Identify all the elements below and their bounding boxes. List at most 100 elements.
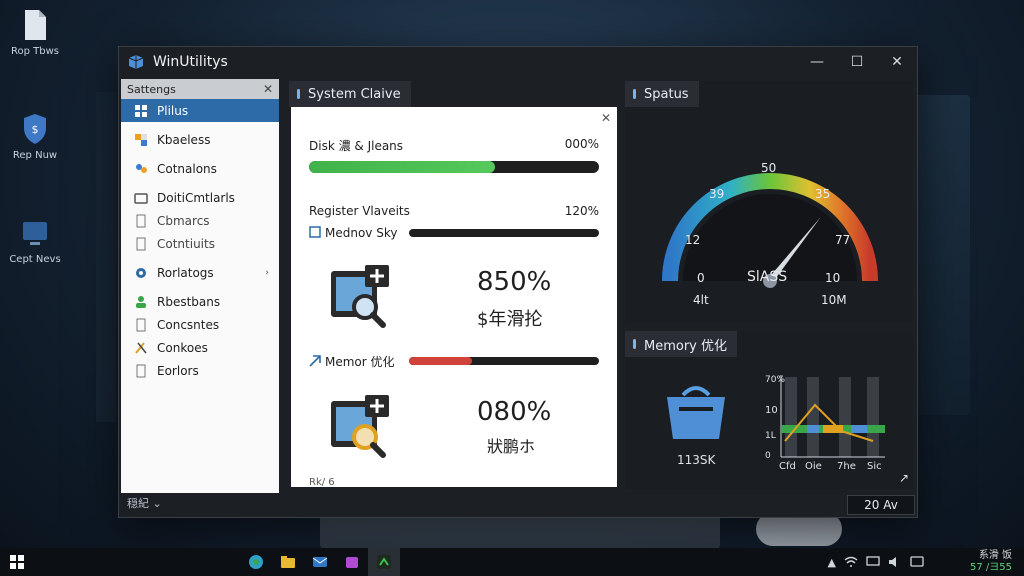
window-title: WinUtilitys [153,54,228,70]
shield-icon: $ [24,114,46,144]
taskbar-app-store[interactable] [336,548,368,576]
sidebar-item-label: Concsntes [157,317,220,332]
desktop-icon-label: Cept Nevs [9,254,61,265]
users-icon [133,161,149,177]
sidebar-item-label: Cotntiuits [157,236,215,251]
disk-progress-fill [309,161,495,173]
taskbar-clock[interactable]: 系滑 饭 57 /ヨ55 [970,550,1012,574]
gauge-center-label: SlASS [747,269,788,285]
sidebar-item-label: Rbestbans [157,294,221,309]
memory-sky-bar [409,229,599,237]
desktop-icon-label: Rep Nuw [12,150,58,161]
close-button[interactable]: ✕ [877,47,917,77]
chart-tick-low: 1L [765,431,776,441]
sidebar-item-rbestbans[interactable]: Rbestbans [121,290,279,313]
magnifier-tool-icon[interactable] [327,263,393,329]
disk-progress-bar [309,161,599,173]
maximize-button[interactable]: ☐ [837,47,877,77]
svg-text:$: $ [32,123,39,136]
volume-icon[interactable] [888,556,902,568]
status-chip[interactable]: 20 Av [847,495,915,515]
memory-icon [309,226,321,238]
optimize-percent-2: 080% [477,397,552,427]
optimize-sub-2: 狀鹏ホ [487,437,536,456]
sidebar-item-cotntiuits[interactable]: Cotntiuits [121,232,279,255]
tools-icon [133,340,149,356]
tab-status[interactable]: Spatus [625,81,699,107]
sidebar-item-plilus[interactable]: Plilus [121,99,279,122]
memory-panel: Memory 优化 113SK 70% 10 1L 0 Cfd Oie 7he [625,331,913,489]
sidebar-item-cbmarcs[interactable]: Cbmarcs [121,209,279,232]
chart-tick-mid: 10 [765,405,778,416]
sidebar-item-kbaeless[interactable]: Kbaeless [121,128,279,151]
gauge-tick-right-low: 10 [825,271,841,285]
start-button[interactable] [0,548,34,576]
document-icon [133,236,149,252]
sidebar-item-label: Cotnalons [157,161,217,176]
gauge-tick-right-mid: 77 [835,233,851,247]
sidebar-close-icon[interactable]: ✕ [263,82,273,96]
panel-close-icon[interactable]: ✕ [601,111,611,125]
chart-x-label: 7he [837,461,856,472]
desktop-icon-shield[interactable]: $ Rep Nuw [0,112,70,161]
document-icon [133,317,149,333]
clock-line-2: 57 /ヨ55 [970,562,1012,573]
tab-memory[interactable]: Memory 优化 [625,331,738,357]
optimize-sub-1: $年滑抡 [477,309,543,330]
tray-overflow-icon[interactable]: ▲ [828,556,836,569]
app-window: WinUtilitys — ☐ ✕ Sattengs ✕ Plilus Kbae… [118,46,918,518]
notification-icon[interactable] [910,556,924,568]
taskbar-app-mail[interactable] [304,548,336,576]
sidebar-item-conkoes[interactable]: Conkoes [121,336,279,359]
sidebar-item-doiticmtlarls[interactable]: DoitiCmtlarls [121,186,279,209]
sidebar-item-label: Kbaeless [157,132,211,147]
tab-system-claive[interactable]: System Claive [289,81,411,107]
chart-tick-zero: 0 [765,451,771,461]
sidebar-item-rorlatogs[interactable]: Rorlatogs › [121,261,279,284]
expand-icon[interactable]: ↗ [899,471,909,485]
memory-caption: 113SK [677,453,716,467]
sidebar-title: Sattengs [127,82,176,96]
taskbar-app-browser[interactable] [240,548,272,576]
clock-line-1: 系滑 饭 [978,550,1012,561]
sidebar: Sattengs ✕ Plilus Kbaeless Cotnalons Doi… [121,79,279,493]
tab-marker [633,339,636,349]
sidebar-item-concsntes[interactable]: Concsntes [121,313,279,336]
grid-icon [133,103,149,119]
magnifier-tool-icon[interactable] [327,393,393,459]
sidebar-item-cotnalons[interactable]: Cotnalons [121,157,279,180]
window-titlebar[interactable]: WinUtilitys — ☐ ✕ [119,47,917,77]
taskbar-app-explorer[interactable] [272,548,304,576]
minimize-button[interactable]: — [797,47,837,77]
tab-label: Memory 优化 [644,338,728,354]
memor-label: Memor 优化 [325,355,395,369]
file-icon [25,10,46,40]
memor-bar [409,357,599,365]
gauge-tick-left-mid: 12 [685,233,701,247]
gauge-tick-left-low: 0 [697,271,705,285]
folder-icon [133,190,149,206]
document-icon [133,363,149,379]
display-icon[interactable] [866,556,880,568]
sidebar-footer[interactable]: 穏紀 ⌄ [121,495,162,511]
desktop-icon-computer[interactable]: Cept Nevs [0,216,70,265]
taskbar-app-winutilitys[interactable] [368,548,400,576]
memory-chart [780,375,885,458]
puzzle-icon [133,132,149,148]
gauge-tick-left-upper: 39 [709,187,725,201]
sidebar-item-eorlors[interactable]: Eorlors [121,359,279,382]
wifi-icon[interactable] [844,556,858,568]
tab-label: System Claive [308,86,401,102]
desktop-icon-file[interactable]: Rop Tbws [0,8,70,57]
system-panel: ✕ Disk 濃 & Jleans 000% Register Vlaveits… [291,107,617,488]
browser-icon [249,555,263,569]
gauge-tick-right-upper: 35 [815,187,831,201]
taskbar: ▲ 系滑 饭 57 /ヨ55 [0,548,1024,576]
user-icon [133,294,149,310]
system-tray: ▲ [828,548,924,576]
sidebar-item-label: Cbmarcs [157,213,210,228]
chevron-right-icon: › [265,267,269,278]
gauge-tick-top: 50 [761,161,777,175]
optimize-percent-1: 850% [477,267,552,297]
memor-row: Memor 优化 [309,353,395,370]
